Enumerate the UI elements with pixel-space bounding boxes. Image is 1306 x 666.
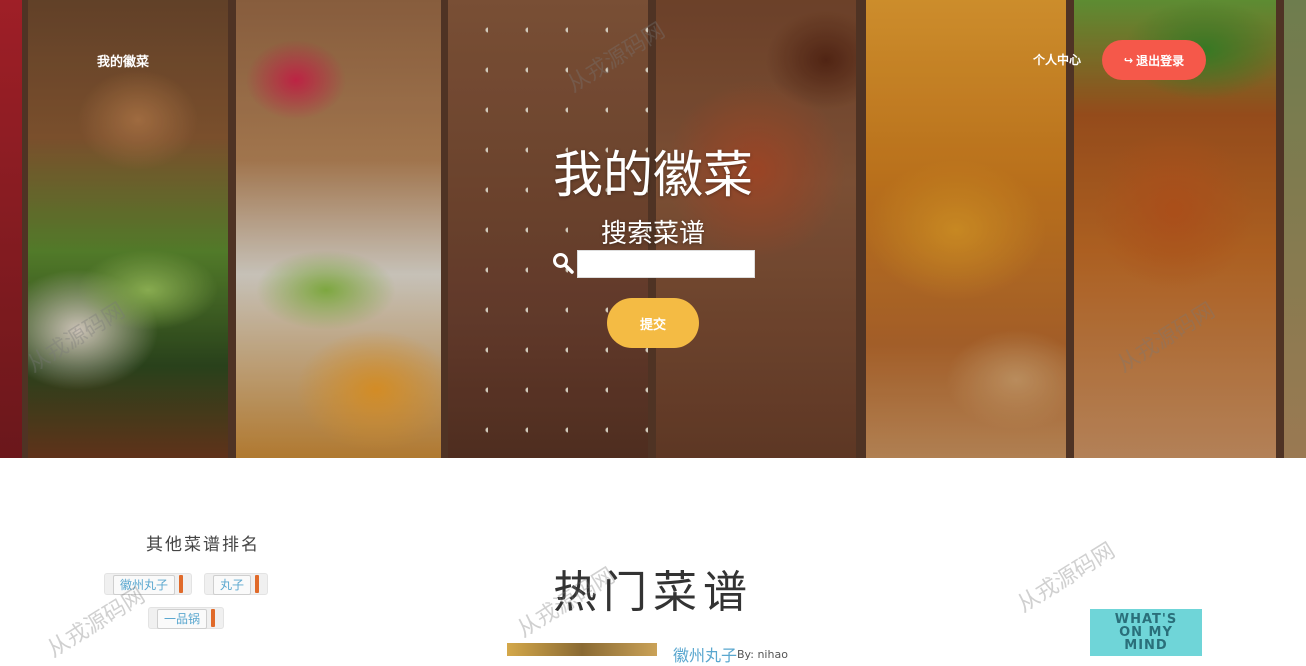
sidebar-title: 其他菜谱排名 — [146, 535, 260, 555]
logout-button[interactable]: ↪ 退出登录 — [1102, 40, 1206, 80]
brand-logo-text[interactable]: 我的徽菜 — [97, 51, 149, 70]
user-center-link[interactable]: 个人中心 — [1033, 51, 1081, 68]
sign-out-icon: ↪ — [1123, 53, 1134, 67]
search-icon — [553, 253, 574, 274]
hero-title: 我的徽菜 — [553, 146, 753, 204]
recipe-title-link[interactable]: 徽州丸子 — [673, 642, 737, 666]
recipe-thumbnail[interactable] — [507, 643, 657, 656]
recipe-author: By: nihao — [737, 648, 788, 661]
logout-label: 退出登录 — [1136, 53, 1185, 68]
ad-text-line: MIND — [1124, 638, 1168, 653]
submit-button[interactable]: 提交 — [607, 298, 699, 348]
search-form — [552, 250, 756, 278]
ad-banner[interactable]: WHAT'S ON MY MIND — [1090, 609, 1202, 656]
hero-banner: 我的徽菜 个人中心 ↪ 退出登录 我的徽菜 搜索菜谱 提交 — [0, 0, 1306, 458]
search-label: 搜索菜谱 — [600, 219, 705, 249]
search-input[interactable] — [577, 250, 755, 278]
